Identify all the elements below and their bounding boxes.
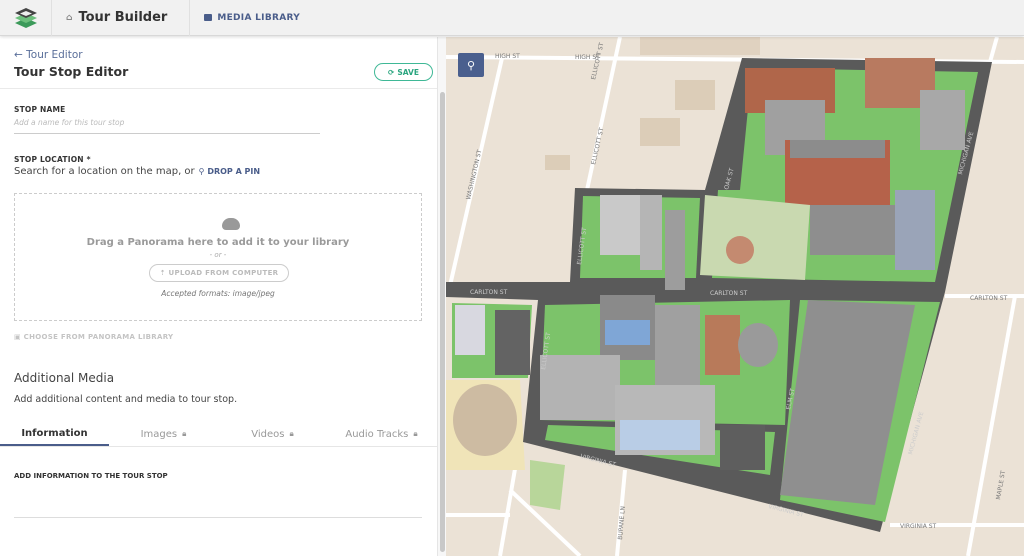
divider bbox=[0, 88, 437, 89]
top-nav: ⌂ Tour Builder MEDIA LIBRARY bbox=[0, 0, 1024, 36]
tab-label: Information bbox=[21, 427, 88, 439]
left-panel-scrollbar[interactable] bbox=[437, 37, 446, 556]
map-canvas[interactable]: HIGH ST HIGH ST WASHINGTON ST ELLICOTT S… bbox=[446, 37, 1024, 556]
building-footprint bbox=[675, 80, 715, 110]
field bbox=[453, 384, 517, 456]
tab-videos[interactable]: Videos 🔒︎ bbox=[218, 422, 327, 446]
additional-media-subtitle: Add additional content and media to tour… bbox=[14, 394, 238, 405]
tab-label: Videos bbox=[251, 428, 285, 440]
refresh-icon: ⟳ bbox=[388, 67, 395, 77]
tour-builder-link[interactable]: ⌂ Tour Builder bbox=[52, 0, 191, 36]
tab-audio-tracks[interactable]: Audio Tracks 🔒︎ bbox=[327, 422, 436, 446]
street-label: CARLTON ST bbox=[710, 290, 748, 297]
stop-location-text: Search for a location on the map, or ⚲ DR… bbox=[14, 166, 260, 177]
tab-information[interactable]: Information bbox=[0, 422, 109, 446]
save-button[interactable]: ⟳ SAVE bbox=[374, 63, 433, 81]
home-icon: ⌂ bbox=[66, 12, 73, 23]
choose-library-label: CHOOSE FROM PANORAMA LIBRARY bbox=[23, 333, 174, 341]
lock-icon: 🔒︎ bbox=[289, 429, 294, 438]
street-label: CARLTON ST bbox=[470, 289, 508, 296]
upload-label: UPLOAD FROM COMPUTER bbox=[168, 269, 279, 277]
pin-icon: ⚲ bbox=[198, 167, 208, 176]
lock-icon: 🔒︎ bbox=[413, 429, 418, 438]
library-icon: ▣ bbox=[14, 333, 24, 341]
grass-lot bbox=[530, 460, 565, 510]
tab-label: Audio Tracks bbox=[345, 428, 409, 440]
additional-media-title: Additional Media bbox=[14, 371, 115, 385]
tab-label: Images bbox=[140, 428, 178, 440]
app-logo[interactable] bbox=[0, 0, 52, 36]
brand-label: Tour Builder bbox=[78, 10, 168, 25]
stop-name-input[interactable]: Add a name for this tour stop bbox=[14, 118, 320, 134]
page-title: Tour Stop Editor bbox=[14, 64, 129, 79]
information-input[interactable] bbox=[14, 517, 422, 518]
back-to-tour-editor-link[interactable]: ← Tour Editor bbox=[14, 49, 83, 61]
street-label: CARLTON ST bbox=[970, 295, 1008, 302]
or-text: - or - bbox=[209, 251, 227, 259]
building-footprint bbox=[545, 155, 570, 170]
tab-images[interactable]: Images 🔒︎ bbox=[109, 422, 218, 446]
upload-from-computer-button[interactable]: ⇡ UPLOAD FROM COMPUTER bbox=[149, 264, 289, 282]
street-label: HIGH ST bbox=[495, 53, 520, 60]
stop-name-label: STOP NAME bbox=[14, 105, 66, 114]
stop-location-label: STOP LOCATION * bbox=[14, 155, 91, 164]
drop-a-pin-link[interactable]: ⚲ DROP A PIN bbox=[199, 167, 260, 176]
map-pin-icon: ⚲ bbox=[466, 58, 476, 72]
media-library-link[interactable]: MEDIA LIBRARY bbox=[190, 13, 300, 23]
image-library-icon bbox=[204, 14, 213, 21]
media-tabs: Information Images 🔒︎ Videos 🔒︎ Audio Trac… bbox=[0, 422, 437, 447]
accepted-formats: Accepted formats: image/jpeg bbox=[161, 289, 275, 298]
drop-zone-text: Drag a Panorama here to add it to your l… bbox=[86, 237, 350, 248]
cloud-upload-icon bbox=[222, 218, 240, 230]
media-library-label: MEDIA LIBRARY bbox=[217, 12, 301, 23]
campus-map[interactable]: HIGH ST HIGH ST WASHINGTON ST ELLICOTT S… bbox=[446, 37, 1024, 556]
choose-from-library-link[interactable]: ▣ CHOOSE FROM PANORAMA LIBRARY bbox=[14, 333, 173, 341]
add-information-label: ADD INFORMATION TO THE TOUR STOP bbox=[14, 472, 168, 480]
tour-stop-editor-panel: ← Tour Editor Tour Stop Editor ⟳ SAVE STO… bbox=[0, 37, 437, 556]
street-label: VIRGINIA ST bbox=[900, 523, 937, 530]
panorama-drop-zone[interactable]: Drag a Panorama here to add it to your l… bbox=[14, 193, 422, 321]
save-label: SAVE bbox=[397, 67, 419, 77]
upload-icon: ⇡ bbox=[159, 269, 169, 277]
drop-pin-label: DROP A PIN bbox=[207, 167, 261, 176]
lock-icon: 🔒︎ bbox=[182, 429, 187, 438]
location-instructions: Search for a location on the map, or bbox=[14, 166, 195, 177]
scrollbar-thumb[interactable] bbox=[440, 92, 445, 552]
drop-pin-map-button[interactable]: ⚲ bbox=[458, 53, 484, 77]
building-footprint bbox=[640, 37, 760, 55]
building-footprint bbox=[640, 118, 680, 146]
layers-logo-icon bbox=[14, 7, 37, 28]
